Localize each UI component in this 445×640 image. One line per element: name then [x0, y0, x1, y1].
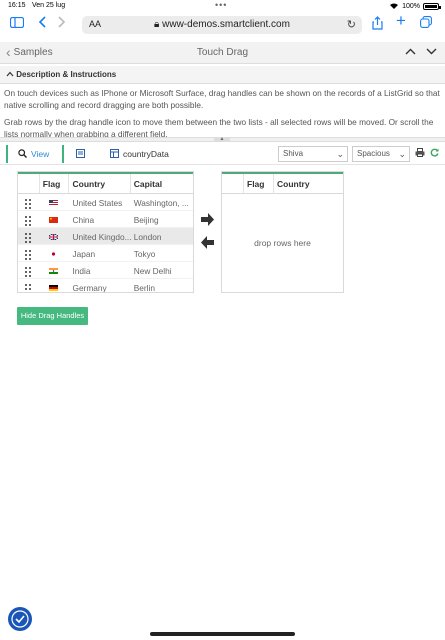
- table-row[interactable]: United Kingdo... London: [18, 228, 193, 245]
- sample-toolbar: View countryData Shiva ⌄ Spacious ⌄: [0, 143, 445, 165]
- description-paragraph-2: Grab rows by the drag handle icon to mov…: [4, 117, 434, 138]
- drag-handle-icon[interactable]: [18, 211, 40, 227]
- chevron-down-icon[interactable]: [426, 44, 437, 58]
- search-icon: [18, 148, 27, 160]
- tabs-overview-icon[interactable]: [420, 16, 432, 32]
- hide-drag-handles-button[interactable]: Hide Drag Handles: [17, 307, 88, 325]
- empty-message: drop rows here: [254, 238, 311, 248]
- accessibility-icon[interactable]: [8, 607, 32, 631]
- country-cell: Germany: [72, 283, 107, 293]
- status-bar: 16:15 Ven 25 lug ••• 100%: [0, 0, 445, 12]
- table-row[interactable]: United States Washington, ...: [18, 194, 193, 211]
- tab-source[interactable]: [74, 145, 94, 163]
- browser-toolbar: AA 🔒︎ www-demos.smartclient.com ↻ +: [0, 12, 445, 38]
- flag-in-icon: [40, 262, 70, 278]
- new-tab-icon[interactable]: +: [396, 12, 406, 29]
- sample-nav: [405, 44, 437, 58]
- splitter-grip-icon[interactable]: ▲: [214, 137, 230, 142]
- reload-icon[interactable]: ↻: [347, 18, 356, 31]
- country-cell: Japan: [72, 249, 96, 259]
- skin-dropdown-chevron-icon: ⌄: [336, 149, 344, 159]
- refresh-icon[interactable]: [430, 148, 439, 159]
- arrow-left-icon[interactable]: [200, 235, 215, 250]
- description-section-header[interactable]: Description & Instructions: [0, 66, 445, 84]
- flag-de-icon: [40, 279, 70, 292]
- sidebar-icon[interactable]: [9, 16, 25, 32]
- capital-cell: New Delhi: [133, 266, 172, 276]
- tab-countrydata[interactable]: countryData: [110, 145, 190, 163]
- capital-cell: Tokyo: [133, 249, 156, 259]
- drop-grid-header: Flag Country: [222, 172, 343, 194]
- header-drag-handle-column: [18, 174, 40, 193]
- drop-target-grid[interactable]: Flag Country drop rows here: [221, 171, 344, 293]
- collapse-chevron-icon: [6, 70, 16, 79]
- drag-handle-icon[interactable]: [18, 279, 40, 292]
- skin-select-value: Shiva: [283, 149, 304, 158]
- battery-indicator: 100%: [389, 2, 441, 11]
- drag-handle-icon[interactable]: [18, 194, 40, 210]
- status-date: Ven 25 lug: [32, 2, 66, 9]
- url-text: 🔒︎ www-demos.smartclient.com: [82, 19, 362, 30]
- page-title: Touch Drag: [196, 47, 249, 58]
- wifi-icon: [389, 2, 399, 11]
- country-cell: United States: [72, 198, 123, 208]
- density-select-value: Spacious: [357, 149, 390, 158]
- description-paragraph-1: On touch devices such as IPhone or Micro…: [4, 88, 440, 110]
- density-dropdown-chevron-icon: ⌄: [398, 149, 406, 159]
- header-flag[interactable]: Flag: [244, 174, 274, 193]
- skin-select[interactable]: Shiva ⌄: [278, 146, 348, 162]
- tab-view-label: View: [31, 149, 50, 159]
- chevron-up-icon[interactable]: [405, 44, 416, 58]
- capital-cell: Berlin: [133, 283, 155, 293]
- url-host: www-demos.smartclient.com: [162, 19, 290, 30]
- back-icon[interactable]: [38, 16, 46, 32]
- flag-gb-icon: [40, 228, 70, 244]
- print-icon[interactable]: [415, 148, 425, 159]
- capital-cell: Washington, ...: [133, 198, 189, 208]
- drag-handle-icon[interactable]: [18, 245, 40, 261]
- header-flag[interactable]: Flag: [40, 174, 70, 193]
- header-capital[interactable]: Capital: [131, 174, 193, 193]
- table-row[interactable]: China Beijing: [18, 211, 193, 228]
- section-splitter[interactable]: ▲: [0, 137, 445, 142]
- header-country[interactable]: Country: [274, 174, 342, 193]
- sample-header: ‹ Samples Touch Drag: [0, 42, 445, 64]
- address-bar[interactable]: AA 🔒︎ www-demos.smartclient.com ↻: [82, 16, 362, 34]
- tab-view[interactable]: View: [6, 145, 64, 163]
- multitasking-dots-icon[interactable]: •••: [215, 0, 227, 10]
- header-drag-handle-column: [222, 174, 244, 193]
- description-heading: Description & Instructions: [6, 70, 116, 79]
- countries-grid[interactable]: Flag Country Capital United States Washi…: [17, 171, 194, 293]
- drag-handle-icon[interactable]: [18, 228, 40, 244]
- share-icon[interactable]: [372, 16, 383, 34]
- datasource-icon: [110, 148, 119, 160]
- flag-jp-icon: [40, 245, 70, 261]
- capital-cell: Beijing: [133, 215, 159, 225]
- capital-cell: London: [133, 232, 162, 242]
- lock-icon: 🔒︎: [154, 19, 160, 30]
- table-row[interactable]: Germany Berlin: [18, 279, 193, 293]
- flag-cn-icon: [40, 211, 70, 227]
- battery-percent: 100%: [402, 3, 420, 10]
- transfer-buttons: [200, 212, 216, 258]
- description-body: On touch devices such as IPhone or Micro…: [4, 88, 440, 138]
- status-time: 16:15: [8, 2, 26, 9]
- country-cell: India: [72, 266, 91, 276]
- tab-countrydata-label: countryData: [123, 149, 169, 159]
- country-cell: China: [72, 215, 95, 225]
- drag-handle-icon[interactable]: [18, 262, 40, 278]
- forward-icon[interactable]: [58, 16, 66, 32]
- arrow-right-icon[interactable]: [200, 212, 215, 227]
- country-cell: United Kingdo...: [72, 232, 131, 242]
- source-code-icon: [76, 148, 85, 160]
- table-row[interactable]: India New Delhi: [18, 262, 193, 279]
- description-heading-text: Description & Instructions: [16, 70, 117, 79]
- battery-icon: [423, 3, 441, 10]
- home-indicator[interactable]: [150, 632, 295, 636]
- flag-us-icon: [40, 194, 70, 210]
- density-select[interactable]: Spacious ⌄: [352, 146, 410, 162]
- header-country[interactable]: Country: [69, 174, 131, 193]
- table-row[interactable]: Japan Tokyo: [18, 245, 193, 262]
- countries-grid-header: Flag Country Capital: [18, 172, 193, 194]
